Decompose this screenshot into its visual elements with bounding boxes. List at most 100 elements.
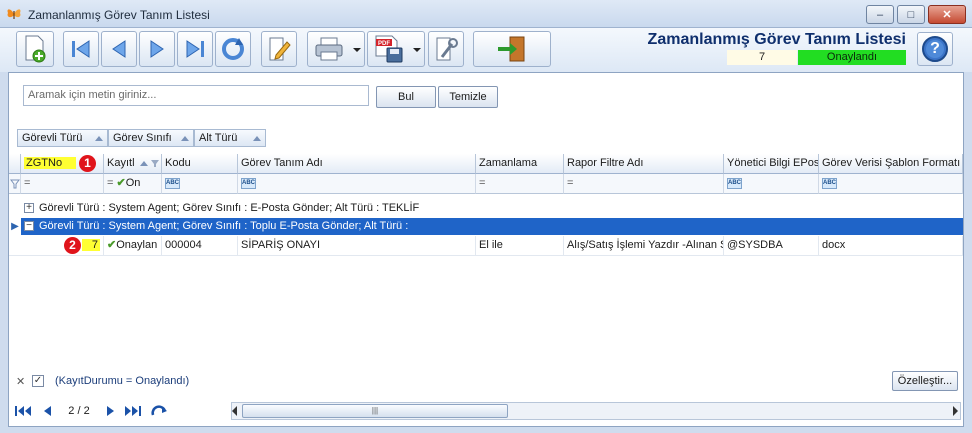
kayit-value: Onaylan [116,239,158,251]
cell-sablon-formati[interactable]: docx [819,236,963,255]
zgtno-header-label: ZGTNo [24,157,77,169]
group-chip-alt-turu[interactable]: Alt Türü [194,129,266,147]
cell-rapor-filtre-adi[interactable]: Alış/Satış İşlemi Yazdır -Alınan Sip [564,236,724,255]
table-row[interactable]: 7 ✔Onaylan 000004 SİPARİŞ ONAYI El ile A… [9,236,963,256]
edit-button[interactable] [261,31,297,67]
clear-button[interactable]: Temizle [438,86,498,108]
filter-operator: = [567,177,574,189]
filter-cell-yonetici-eposta[interactable]: ABC [724,174,819,194]
filter-operator: = [479,177,486,189]
nav-next-button[interactable] [101,403,121,419]
filter-funnel-icon [10,179,20,189]
export-dropdown-arrow-icon [413,48,421,52]
group-row-selected[interactable]: − Görevli Türü : System Agent; Görev Sın… [21,218,963,235]
new-record-button[interactable] [16,31,54,67]
group-chip-label: Görevli Türü [22,132,83,144]
new-document-icon [25,35,46,63]
close-button[interactable]: ✕ [928,5,966,24]
pdf-save-icon: PDF [375,35,403,63]
minimize-button[interactable]: – [866,5,894,24]
horizontal-scrollbar[interactable]: ||| [231,402,961,420]
group-row-label: Görevli Türü : System Agent; Görev Sınıf… [39,220,409,232]
maximize-button[interactable]: □ [897,5,925,24]
sort-filter-icon [139,160,159,168]
sort-asc-icon [95,135,103,141]
nav-refresh-icon [151,405,167,416]
column-header-zamanlama[interactable]: Zamanlama [476,154,564,174]
window-title: Zamanlanmış Görev Tanım Listesi [28,8,210,22]
column-header-sablon-formati[interactable]: Görev Verisi Şablon Formatı [819,154,963,174]
cell-zamanlama[interactable]: El ile [476,236,564,255]
nav-next-icon [107,406,114,416]
filter-operator: = [24,177,31,189]
export-pdf-button[interactable]: PDF [367,31,425,67]
nav-first-button[interactable] [13,403,33,419]
search-input[interactable]: Aramak için metin giriniz... [23,85,369,106]
find-button[interactable]: Bul [376,86,436,108]
column-header-kayit[interactable]: Kayıtl [104,154,162,174]
filter-cell-kayit[interactable]: = ✔On [104,174,162,194]
refresh-button[interactable] [215,31,251,67]
window-titlebar: Zamanlanmış Görev Tanım Listesi – □ ✕ [0,0,972,28]
scroll-right-icon[interactable] [953,406,958,416]
cell-kayit[interactable]: ✔Onaylan [104,236,162,255]
filter-enabled-checkbox[interactable]: ✓ [32,375,44,387]
exit-button[interactable] [473,31,551,67]
previous-record-button[interactable] [101,31,137,67]
column-header-kodu[interactable]: Kodu [162,154,238,174]
collapse-icon[interactable]: − [24,221,34,231]
column-header-gorev-tanim-adi[interactable]: Görev Tanım Adı [238,154,476,174]
nav-last-button[interactable] [123,403,143,419]
nav-first-icon [15,406,31,416]
scroll-left-icon[interactable] [232,406,237,416]
group-chip-gorev-sinifi[interactable]: Görev Sınıfı [108,129,194,147]
cell-gorev-tanim-adi[interactable]: SİPARİŞ ONAYI [238,236,476,255]
nav-last-icon [125,406,141,416]
group-row[interactable]: + Görevli Türü : System Agent; Görev Sın… [21,200,963,217]
help-button[interactable]: ? [917,32,953,66]
filter-cell-kodu[interactable]: ABC [162,174,238,194]
group-chip-gorevli-turu[interactable]: Görevli Türü [17,129,108,147]
cell-kodu[interactable]: 000004 [162,236,238,255]
sort-asc-icon [181,135,189,141]
remove-filter-icon[interactable]: ✕ [16,375,25,388]
first-icon [72,40,90,58]
tools-button[interactable] [428,31,464,67]
scrollbar-thumb[interactable]: ||| [242,404,508,418]
filter-kayit-value: On [125,177,141,189]
filter-cell-gorev-tanim-adi[interactable]: ABC [238,174,476,194]
customize-button[interactable]: Özelleştir... [892,371,958,391]
main-panel: Aramak için metin giriniz... Bul Temizle… [8,72,964,427]
refresh-icon [222,38,244,60]
first-record-button[interactable] [63,31,99,67]
annotation-badge-1: 1 [79,155,96,172]
filter-cell-rapor-filtre-adi[interactable]: = [564,174,724,194]
filter-expression[interactable]: (KayıtDurumu = Onaylandı) [55,375,189,387]
column-header-rapor-filtre-adi[interactable]: Rapor Filtre Adı [564,154,724,174]
nav-prev-button[interactable] [37,403,57,419]
filter-cell-zgtno[interactable]: = [21,174,104,194]
filter-cell-sablon-formati[interactable]: ABC [819,174,963,194]
filter-bar: ✕ ✓ (KayıtDurumu = Onaylandı) Özelleştir… [9,371,963,393]
next-record-button[interactable] [139,31,175,67]
print-button[interactable] [307,31,365,67]
column-header-yonetici-eposta[interactable]: Yönetici Bilgi EPosta [724,154,819,174]
data-grid: ZGTNo Kayıtl Kodu Görev Tanım Adı Zamanl… [9,154,963,354]
kayit-header-label: Kayıtl [107,157,135,169]
group-row-label: Görevli Türü : System Agent; Görev Sınıf… [39,202,420,214]
filter-cell-zamanlama[interactable]: = [476,174,564,194]
cell-zgtno[interactable]: 7 [21,236,104,255]
help-glyph: ? [930,40,940,57]
group-chip-label: Görev Sınıfı [113,132,172,144]
list-title: Zamanlanmış Görev Tanım Listesi [647,31,906,48]
approved-check-icon: ✔ [107,239,117,251]
nav-refresh-button[interactable] [149,403,169,419]
last-record-button[interactable] [177,31,213,67]
filter-operator: = [107,177,114,189]
butterfly-app-icon [7,9,21,19]
expand-icon[interactable]: + [24,203,34,213]
zgtno-value: 7 [81,239,100,251]
nav-prev-icon [44,406,51,416]
status-badge: Onaylandı [798,50,906,65]
cell-yonetici-eposta[interactable]: @SYSDBA [724,236,819,255]
